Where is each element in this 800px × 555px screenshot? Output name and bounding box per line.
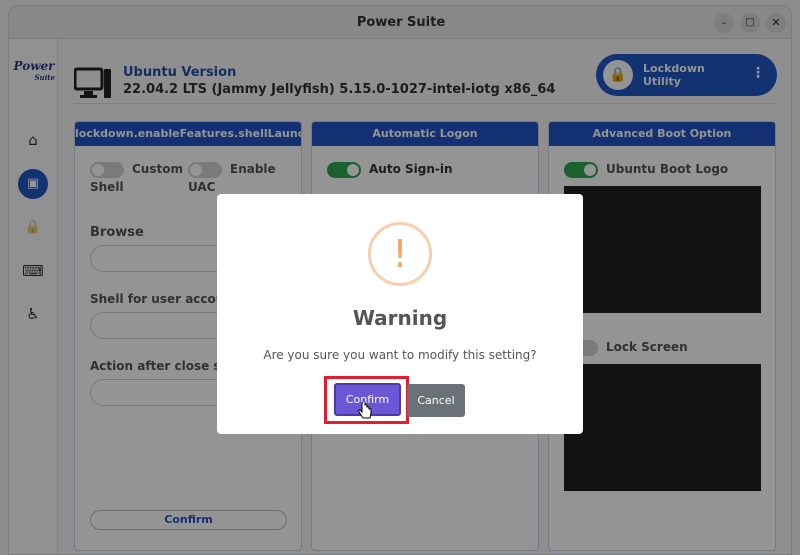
warning-icon: ! — [368, 222, 432, 286]
dialog-message: Are you sure you want to modify this set… — [263, 348, 537, 362]
dialog-title: Warning — [352, 306, 448, 330]
cancel-button[interactable]: Cancel — [407, 384, 465, 417]
hand-cursor-icon — [358, 402, 372, 419]
warning-dialog: ! Warning Are you sure you want to modif… — [217, 194, 583, 434]
